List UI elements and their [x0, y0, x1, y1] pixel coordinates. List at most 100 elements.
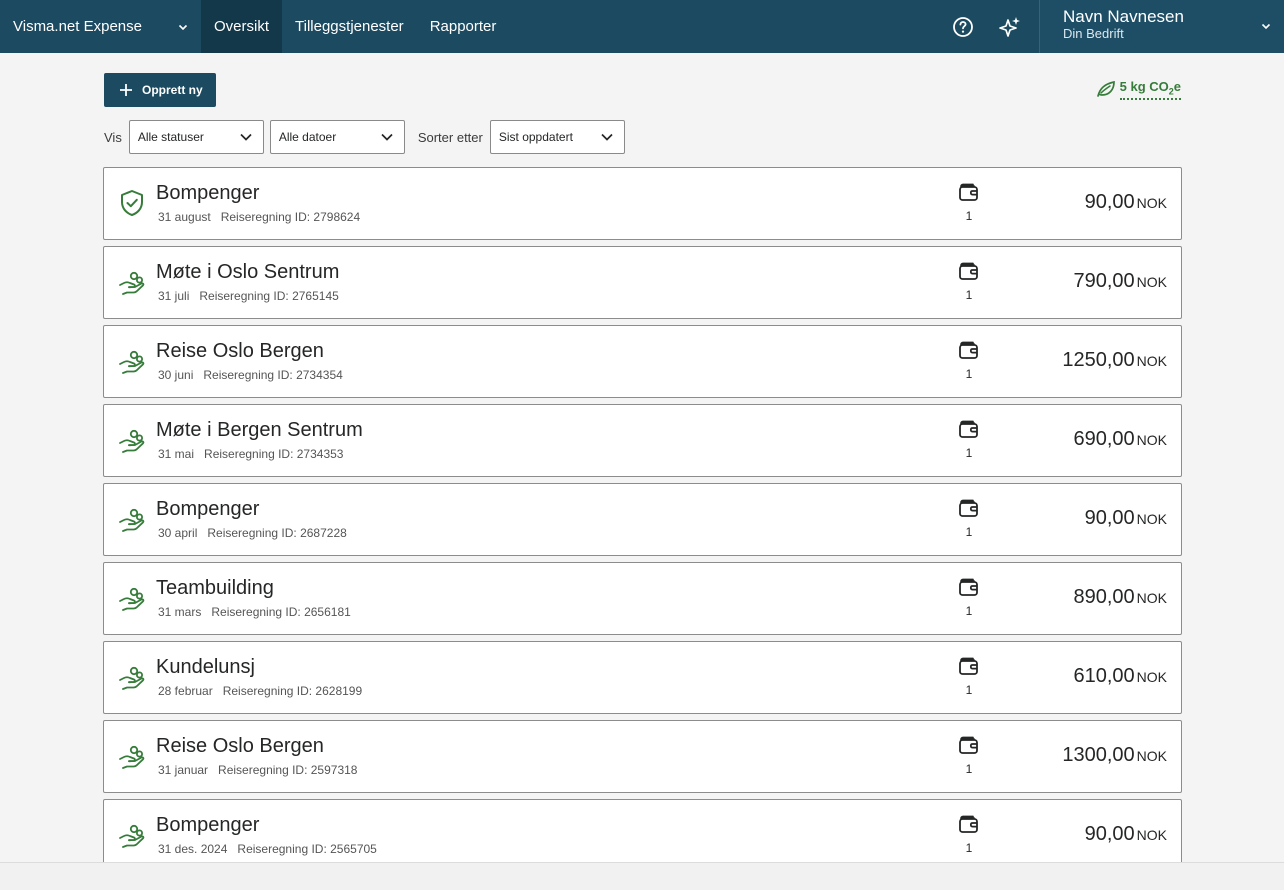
- wallet-icon: [959, 815, 978, 833]
- chevron-down-icon: [381, 133, 393, 141]
- tab-oversikt[interactable]: Oversikt: [201, 0, 283, 53]
- leaf-icon: [1096, 81, 1115, 98]
- amount-value: 690,00: [1073, 428, 1135, 450]
- report-meta: 30 april Reiseregning ID: 2687228: [158, 526, 347, 540]
- receipt-count-value: 1: [965, 525, 973, 539]
- report-card[interactable]: Bompenger 31 august Reiseregning ID: 2798…: [103, 167, 1182, 240]
- report-date: 31 mai: [158, 447, 195, 461]
- report-date: 31 januar: [158, 763, 209, 777]
- question-circle-icon: [952, 16, 973, 37]
- wallet-icon: [959, 578, 978, 596]
- amount-value: 90,00: [1084, 191, 1135, 213]
- wallet-icon: [959, 341, 978, 359]
- report-card[interactable]: Bompenger 30 april Reiseregning ID: 26872…: [103, 483, 1182, 556]
- report-card[interactable]: Møte i Bergen Sentrum 31 mai Reiseregning…: [103, 404, 1182, 477]
- sort-select[interactable]: Sist oppdatert: [489, 120, 625, 154]
- tab-label: Rapporter: [429, 18, 497, 35]
- help-button[interactable]: [939, 0, 986, 53]
- hand-coins-icon: [118, 820, 146, 850]
- hand-coins-icon: [118, 425, 146, 455]
- hand-coins-icon: [118, 583, 146, 613]
- report-card[interactable]: Kundelunsj 28 februar Reiseregning ID: 26…: [103, 641, 1182, 714]
- user-name: Navn Navnesen: [1063, 7, 1184, 26]
- hand-coins-icon: [118, 504, 146, 534]
- report-card[interactable]: Teambuilding 31 mars Reiseregning ID: 265…: [103, 562, 1182, 635]
- receipt-count-value: 1: [965, 841, 973, 855]
- status-select[interactable]: Alle statuser: [128, 120, 264, 154]
- hand-coins-icon: [118, 662, 146, 692]
- co2-suffix: e: [1173, 79, 1181, 94]
- amount-currency: NOK: [1136, 195, 1167, 211]
- receipt-count-value: 1: [965, 209, 973, 223]
- report-date: 31 mars: [158, 605, 202, 619]
- receipt-count: 1: [956, 182, 982, 223]
- report-title: Bompenger: [156, 498, 260, 520]
- chevron-down-icon: [601, 133, 613, 141]
- report-amount: 1300,00 NOK: [1062, 744, 1167, 767]
- hand-coins-icon: [118, 741, 146, 771]
- report-title: Reise Oslo Bergen: [156, 340, 324, 362]
- assistant-button[interactable]: [986, 0, 1033, 53]
- report-title: Bompenger: [156, 814, 260, 836]
- amount-value: 90,00: [1084, 507, 1135, 529]
- report-id: Reiseregning ID: 2656181: [211, 605, 351, 619]
- report-id: Reiseregning ID: 2565705: [237, 842, 377, 856]
- report-card[interactable]: Møte i Oslo Sentrum 31 juli Reiseregning …: [103, 246, 1182, 319]
- shield-check-icon: [118, 188, 146, 218]
- receipt-count-value: 1: [965, 446, 973, 460]
- amount-value: 790,00: [1073, 270, 1135, 292]
- receipt-count-value: 1: [965, 683, 973, 697]
- report-amount: 1250,00 NOK: [1062, 349, 1167, 372]
- amount-value: 890,00: [1073, 586, 1135, 608]
- report-title: Teambuilding: [156, 577, 274, 599]
- report-id: Reiseregning ID: 2734353: [204, 447, 344, 461]
- report-id: Reiseregning ID: 2798624: [220, 210, 361, 224]
- amount-value: 1300,00: [1062, 744, 1135, 766]
- report-amount: 90,00 NOK: [1085, 191, 1167, 214]
- bottom-bar: [0, 862, 1284, 890]
- receipt-count-value: 1: [965, 288, 973, 302]
- report-card[interactable]: Bompenger 31 des. 2024 Reiseregning ID: 2…: [103, 799, 1182, 862]
- report-title: Bompenger: [156, 182, 260, 204]
- user-menu[interactable]: Navn Navnesen Din Bedrift: [1039, 0, 1284, 53]
- amount-value: 1250,00: [1062, 349, 1135, 371]
- hand-coins-icon: [118, 267, 146, 297]
- chevron-down-icon: [240, 133, 252, 141]
- chevron-down-icon: [177, 21, 189, 33]
- report-card[interactable]: Reise Oslo Bergen 31 januar Reiseregning …: [103, 720, 1182, 793]
- report-date: 31 des. 2024: [158, 842, 228, 856]
- date-select[interactable]: Alle datoer: [269, 120, 405, 154]
- date-select-value: Alle datoer: [278, 130, 337, 144]
- report-amount: 90,00 NOK: [1085, 823, 1167, 846]
- amount-currency: NOK: [1136, 274, 1167, 290]
- amount-currency: NOK: [1136, 827, 1167, 843]
- co2-value: 5 kg CO2e: [1119, 79, 1181, 100]
- tab-rapporter[interactable]: Rapporter: [417, 0, 510, 53]
- status-select-value: Alle statuser: [137, 130, 204, 144]
- app-switcher[interactable]: Visma.net Expense: [0, 0, 201, 53]
- receipt-count: 1: [956, 577, 982, 618]
- user-company: Din Bedrift: [1063, 26, 1124, 41]
- sort-select-value: Sist oppdatert: [498, 130, 573, 144]
- report-meta: 31 mars Reiseregning ID: 2656181: [158, 605, 351, 619]
- receipt-count: 1: [956, 498, 982, 539]
- report-meta: 28 februar Reiseregning ID: 2628199: [158, 684, 362, 698]
- tab-tilleggstjenester[interactable]: Tilleggstjenester: [282, 0, 417, 53]
- receipt-count: 1: [956, 340, 982, 381]
- report-title: Kundelunsj: [156, 656, 255, 678]
- report-card[interactable]: Reise Oslo Bergen 30 juni Reiseregning ID…: [103, 325, 1182, 398]
- report-title: Reise Oslo Bergen: [156, 735, 324, 757]
- report-amount: 690,00 NOK: [1073, 428, 1167, 451]
- app-name: Visma.net Expense: [13, 18, 142, 35]
- sparkle-icon: [998, 16, 1020, 37]
- receipt-count: 1: [956, 656, 982, 697]
- amount-currency: NOK: [1136, 669, 1167, 685]
- receipt-count-value: 1: [965, 604, 973, 618]
- amount-currency: NOK: [1136, 432, 1167, 448]
- co2-link[interactable]: 5 kg CO2e: [1096, 79, 1181, 100]
- amount-currency: NOK: [1136, 511, 1167, 527]
- wallet-icon: [959, 183, 978, 201]
- create-new-button[interactable]: Opprett ny: [104, 73, 216, 107]
- amount-currency: NOK: [1136, 353, 1167, 369]
- report-amount: 610,00 NOK: [1073, 665, 1167, 688]
